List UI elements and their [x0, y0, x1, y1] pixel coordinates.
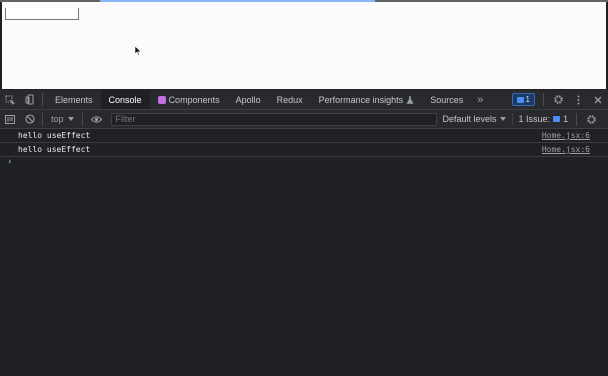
issues-count: 1 — [563, 114, 569, 124]
settings-gear-icon[interactable] — [548, 90, 568, 109]
mouse-cursor-icon — [134, 46, 142, 56]
console-messages: hello useEffect Home.jsx:6 hello useEffe… — [0, 129, 608, 167]
tab-label: Redux — [276, 94, 303, 105]
toolbar-divider — [576, 112, 578, 126]
tab-elements[interactable]: Elements — [47, 90, 101, 109]
issues-button[interactable]: 1 Issue: 1 — [511, 113, 575, 125]
messages-badge[interactable]: 1 — [511, 93, 535, 106]
experiment-flask-icon — [406, 95, 414, 104]
devtools-tab-bar: Elements Console Components Apollo Redux… — [0, 90, 608, 110]
page-text-input[interactable] — [5, 8, 79, 20]
page-viewport — [2, 2, 606, 89]
tab-label: Performance insights — [318, 94, 404, 105]
toolbar-divider — [81, 112, 83, 126]
context-label: top — [51, 114, 64, 124]
console-message-row: hello useEffect Home.jsx:6 — [0, 129, 608, 143]
tab-label: Console — [108, 94, 142, 105]
issue-message-icon — [553, 116, 561, 122]
react-components-icon — [157, 95, 166, 104]
tab-label: Elements — [55, 94, 93, 105]
tab-sources[interactable]: Sources — [422, 90, 471, 109]
more-tabs-chevron-icon[interactable]: » — [471, 94, 489, 106]
tab-console[interactable]: Console — [100, 90, 150, 109]
levels-label: Default levels — [442, 114, 497, 124]
close-devtools-icon[interactable] — [588, 90, 608, 109]
tab-label: Components — [168, 94, 220, 105]
log-text: hello useEffect — [18, 131, 91, 140]
console-settings-gear-icon[interactable] — [581, 110, 601, 128]
filter-input[interactable] — [110, 112, 437, 126]
toolbar-divider — [42, 112, 43, 126]
source-link[interactable]: Home.jsx:6 — [542, 145, 590, 154]
context-selector[interactable]: top — [47, 114, 80, 124]
log-text: hello useEffect — [18, 145, 91, 154]
tab-redux[interactable]: Redux — [269, 90, 311, 109]
source-link[interactable]: Home.jsx:6 — [542, 131, 590, 140]
console-prompt-chevron-icon[interactable]: › — [7, 157, 12, 167]
issues-label: 1 Issue: — [518, 114, 551, 124]
device-toolbar-icon[interactable] — [20, 90, 40, 109]
tab-label: Apollo — [235, 94, 261, 105]
log-levels-dropdown[interactable]: Default levels — [437, 114, 512, 124]
tab-apollo[interactable]: Apollo — [228, 90, 269, 109]
dropdown-arrow-icon — [67, 117, 74, 121]
console-sidebar-icon[interactable] — [0, 110, 20, 128]
console-toolbar: top Default levels 1 Issue: 1 — [0, 110, 608, 129]
tab-components[interactable]: Components — [150, 90, 228, 109]
message-icon — [516, 96, 524, 103]
dropdown-arrow-icon — [499, 117, 506, 121]
toolbar-divider — [543, 93, 544, 106]
clear-console-icon[interactable] — [20, 110, 40, 128]
tab-performance-insights[interactable]: Performance insights — [311, 90, 423, 109]
tab-label: Sources — [430, 94, 464, 105]
inspect-element-icon[interactable] — [0, 90, 20, 109]
messages-count: 1 — [525, 95, 530, 104]
toolbar-divider — [42, 93, 43, 106]
console-message-row: hello useEffect Home.jsx:6 — [0, 143, 608, 157]
live-expression-eye-icon[interactable] — [87, 110, 107, 128]
kebab-menu-icon[interactable] — [568, 90, 588, 109]
